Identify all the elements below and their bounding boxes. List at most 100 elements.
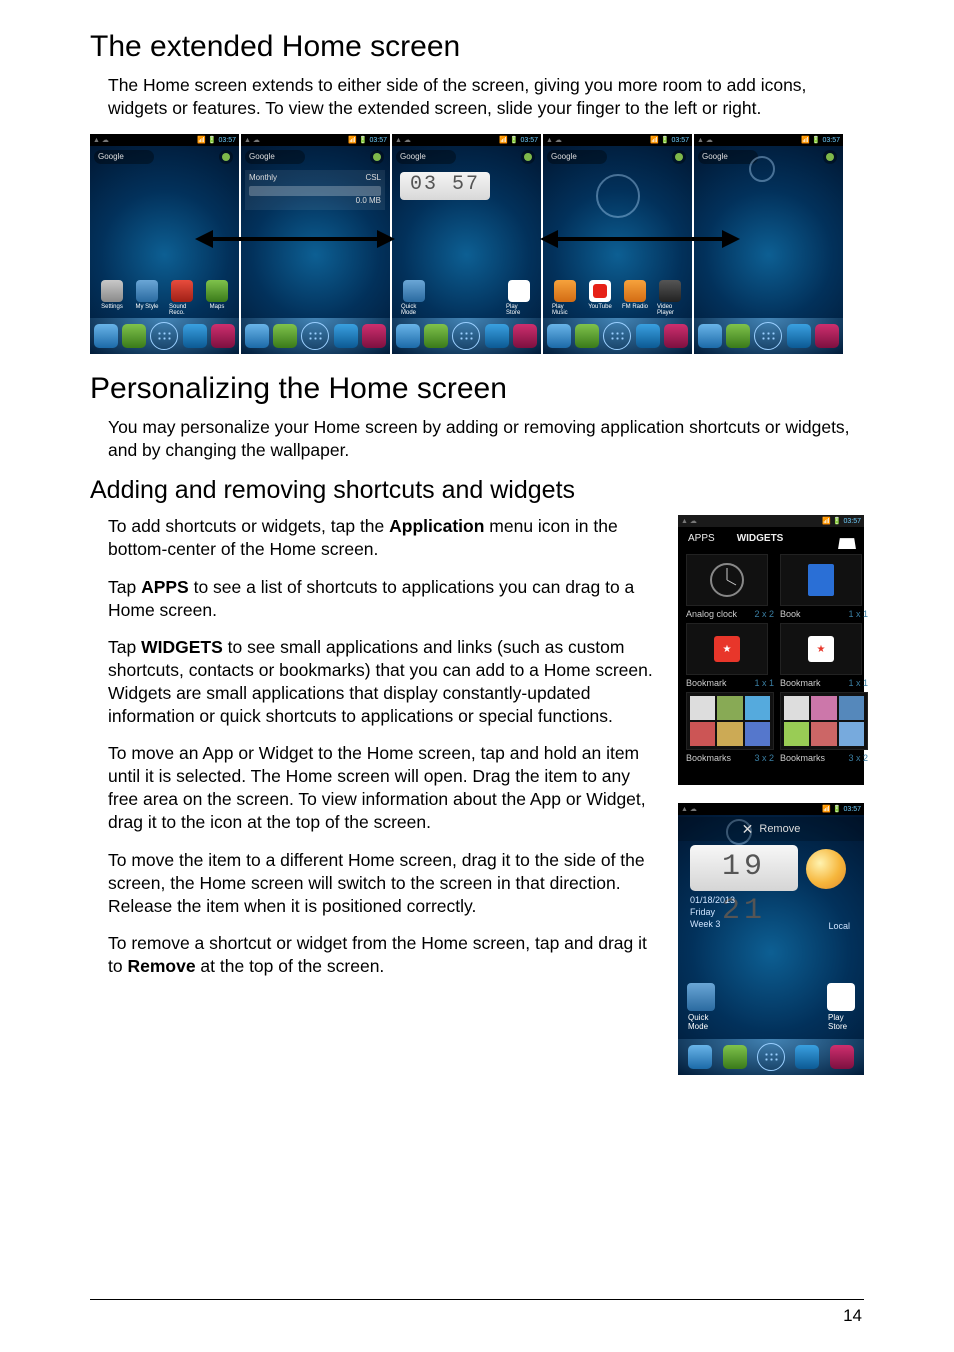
dock-messages-icon[interactable]	[726, 324, 750, 348]
status-bar: ▲ ☁ 📶 🔋 03:57	[90, 134, 239, 146]
dock-messages-icon[interactable]	[424, 324, 448, 348]
dock	[241, 318, 390, 354]
dock-phone-icon[interactable]	[698, 324, 722, 348]
status-bar: ▲ ☁ 📶 🔋 03:57	[694, 134, 843, 146]
close-icon: ✕	[742, 821, 754, 838]
app-row: Play Music YouTube FM Radio Video Player	[543, 280, 692, 316]
dock	[678, 1039, 864, 1075]
status-bar: ▲ ☁ 📶 🔋 03:57	[241, 134, 390, 146]
app-fmradio[interactable]: FM Radio	[622, 280, 648, 316]
widget-bookmark-2[interactable]: ★ Bookmark1 x 1	[780, 623, 868, 688]
voice-search-icon[interactable]	[672, 150, 686, 164]
widgets-picker-screenshot: ▲ ☁ 📶 🔋 03:57 APPS WIDGETS Analog clock2…	[678, 515, 864, 785]
app-soundrec[interactable]: Sound Reco.	[169, 280, 195, 316]
dock-phone-icon[interactable]	[396, 324, 420, 348]
para-tap-widgets: Tap WIDGETS to see small applications an…	[108, 636, 658, 728]
tab-widgets[interactable]: WIDGETS	[737, 533, 784, 544]
data-usage-widget[interactable]: MonthlyCSL 0.0 MB	[245, 170, 385, 210]
clock-widget[interactable]: 03 57	[400, 172, 490, 200]
voice-search-icon[interactable]	[219, 150, 233, 164]
app-playmusic[interactable]: Play Music	[552, 280, 578, 316]
para-add-shortcuts: To add shortcuts or widgets, tap the App…	[108, 515, 658, 561]
strip-phone-1: ▲ ☁ 📶 🔋 03:57 Google Settings My Style S…	[90, 134, 239, 354]
strip-phone-4: ▲ ☁ 📶 🔋 03:57 Google Play Music YouTube …	[543, 134, 692, 354]
strip-phone-5: ▲ ☁ 📶 🔋 03:57 Google	[694, 134, 843, 354]
strip-phone-2: ▲ ☁ 📶 🔋 03:57 Google MonthlyCSL 0.0 MB	[241, 134, 390, 354]
dock-apps-icon[interactable]	[757, 1043, 785, 1071]
date-widget: 01/18/2013 Friday Week 3	[690, 895, 735, 930]
dock-phone-icon[interactable]	[547, 324, 571, 348]
remove-target[interactable]: ✕ Remove	[678, 817, 864, 841]
app-row: Quick Mode Play Store	[392, 280, 541, 316]
app-quickmode[interactable]: Quick Mode	[401, 280, 427, 316]
clock-widget-dragged[interactable]: 19 21	[690, 845, 798, 891]
heading-personalizing: Personalizing the Home screen	[90, 372, 864, 406]
dock-camera-icon[interactable]	[513, 324, 537, 348]
remove-widget-screenshot: ▲ ☁ 📶 🔋 03:57 ✕ Remove 19 21 01/18/2013 …	[678, 803, 864, 1075]
google-search[interactable]: Google	[245, 150, 305, 164]
status-bar: ▲ ☁ 📶 🔋 03:57	[392, 134, 541, 146]
dock-messages-icon[interactable]	[122, 324, 146, 348]
app-videoplayer[interactable]: Video Player	[657, 280, 683, 316]
app-playstore[interactable]: Play Store	[506, 280, 532, 316]
google-search[interactable]: Google	[94, 150, 154, 164]
status-bar: ▲ ☁ 📶 🔋 03:57	[543, 134, 692, 146]
widget-book[interactable]: Book1 x 1	[780, 554, 868, 619]
swipe-arrow-left	[195, 234, 395, 244]
app-youtube[interactable]: YouTube	[587, 280, 613, 316]
dock-messages-icon[interactable]	[723, 1045, 747, 1069]
weather-location: Local	[828, 921, 850, 931]
para-move-widget: To move an App or Widget to the Home scr…	[108, 742, 658, 834]
dock-phone-icon[interactable]	[94, 324, 118, 348]
google-search[interactable]: Google	[547, 150, 607, 164]
voice-search-icon[interactable]	[521, 150, 535, 164]
status-right: 📶 🔋 03:57	[197, 136, 236, 144]
google-search[interactable]: Google	[698, 150, 758, 164]
app-settings[interactable]: Settings	[99, 280, 125, 316]
heading-extended-home: The extended Home screen	[90, 30, 864, 64]
dock	[90, 318, 239, 354]
dock	[694, 318, 843, 354]
weather-sun-icon	[806, 849, 846, 889]
voice-search-icon[interactable]	[823, 150, 837, 164]
dock	[543, 318, 692, 354]
status-bar: ▲ ☁ 📶 🔋 03:57	[678, 515, 864, 527]
dock-browser-icon[interactable]	[485, 324, 509, 348]
dock-messages-icon[interactable]	[575, 324, 599, 348]
para-move-different: To move the item to a different Home scr…	[108, 849, 658, 918]
dock-phone-icon[interactable]	[245, 324, 269, 348]
dock-browser-icon[interactable]	[795, 1045, 819, 1069]
dock-browser-icon[interactable]	[636, 324, 660, 348]
page-number: 14	[843, 1306, 862, 1326]
dock-phone-icon[interactable]	[688, 1045, 712, 1069]
para-personalizing: You may personalize your Home screen by …	[108, 416, 864, 462]
ring-decoration	[749, 156, 775, 182]
google-search[interactable]: Google	[396, 150, 456, 164]
widget-bookmarks-2[interactable]: Bookmarks3 x 2	[780, 692, 868, 763]
dock-browser-icon[interactable]	[183, 324, 207, 348]
app-playstore[interactable]: Play Store	[828, 983, 854, 1031]
tab-apps[interactable]: APPS	[688, 533, 715, 544]
dock-camera-icon[interactable]	[211, 324, 235, 348]
dock-browser-icon[interactable]	[787, 324, 811, 348]
app-maps[interactable]: Maps	[204, 280, 230, 316]
voice-search-icon[interactable]	[370, 150, 384, 164]
widget-bookmark-1[interactable]: ★ Bookmark1 x 1	[686, 623, 774, 688]
dock-camera-icon[interactable]	[664, 324, 688, 348]
dock-apps-icon[interactable]	[603, 322, 631, 350]
dock-camera-icon[interactable]	[815, 324, 839, 348]
dock-camera-icon[interactable]	[362, 324, 386, 348]
dock-apps-icon[interactable]	[452, 322, 480, 350]
app-quickmode[interactable]: Quick Mode	[688, 983, 714, 1031]
para-extended-home: The Home screen extends to either side o…	[108, 74, 864, 120]
status-bar: ▲ ☁ 📶 🔋 03:57	[678, 803, 864, 815]
dock-camera-icon[interactable]	[830, 1045, 854, 1069]
dock-apps-icon[interactable]	[301, 322, 329, 350]
widget-bookmarks-1[interactable]: Bookmarks3 x 2	[686, 692, 774, 763]
dock-apps-icon[interactable]	[754, 322, 782, 350]
app-mystyle[interactable]: My Style	[134, 280, 160, 316]
dock-apps-icon[interactable]	[150, 322, 178, 350]
widget-analog-clock[interactable]: Analog clock2 x 2	[686, 554, 774, 619]
dock-messages-icon[interactable]	[273, 324, 297, 348]
dock-browser-icon[interactable]	[334, 324, 358, 348]
